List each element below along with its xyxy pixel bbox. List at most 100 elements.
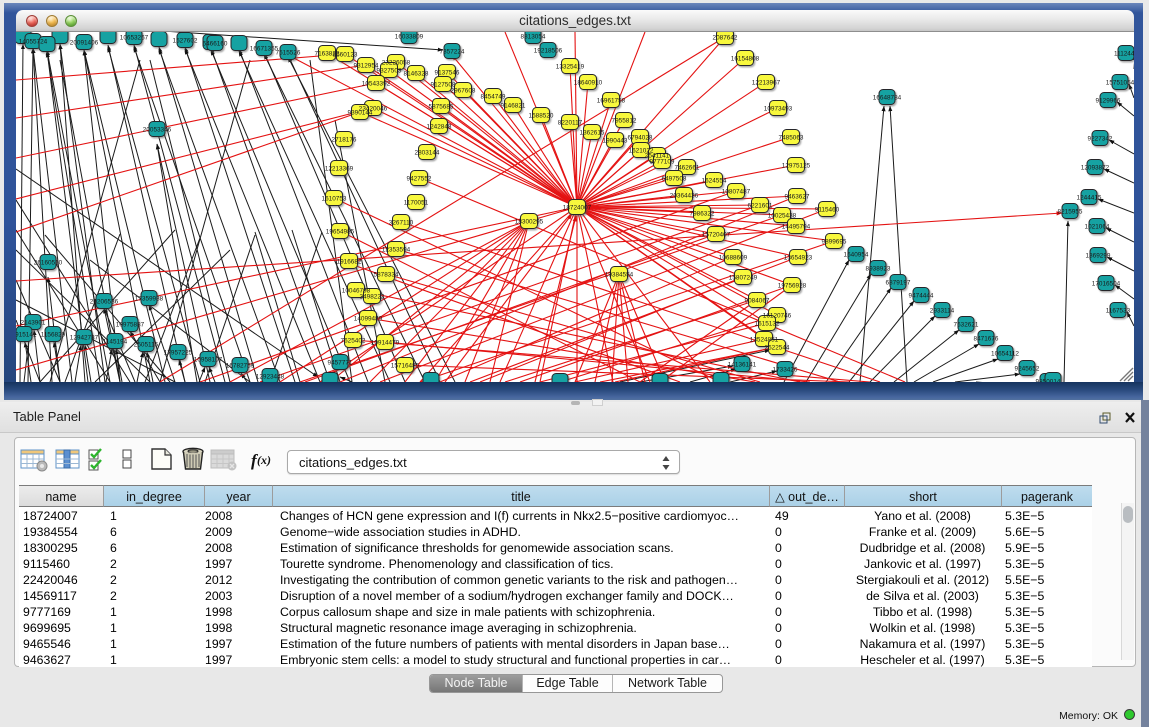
svg-text:8660123: 8660123 [333,52,358,59]
svg-text:16120746: 16120746 [763,313,792,320]
svg-text:2933114: 2933114 [930,308,955,315]
svg-text:1021064: 1021064 [1085,224,1110,231]
svg-text:1624554: 1624554 [702,178,727,185]
svg-text:3915141: 3915141 [12,332,37,339]
svg-text:1362615: 1362615 [580,130,605,137]
svg-text:1610753: 1610753 [322,196,347,203]
svg-text:6466160: 6466160 [203,41,228,48]
svg-text:1640954: 1640954 [844,252,869,259]
svg-text:9390144: 9390144 [348,110,373,117]
svg-text:16671355: 16671355 [250,46,279,53]
svg-text:16154808: 16154808 [731,56,760,63]
svg-text:8454749: 8454749 [481,94,506,101]
svg-text:2803144: 2803144 [415,150,440,157]
svg-text:13524851: 13524851 [750,337,779,344]
svg-text:1145194: 1145194 [103,339,128,346]
svg-text:9245652: 9245652 [1015,366,1040,373]
svg-text:14136141: 14136141 [728,362,757,369]
svg-text:5878334: 5878334 [374,272,399,279]
svg-text:2505115: 2505115 [134,342,159,349]
svg-text:18300295: 18300295 [515,219,544,226]
svg-text:19218506: 19218506 [534,48,563,55]
svg-text:8813054: 8813054 [521,34,546,41]
svg-text:12353594: 12353594 [382,247,411,254]
svg-text:9084067: 9084067 [745,298,770,305]
svg-text:23226058: 23226058 [382,60,411,67]
svg-text:9227342: 9227342 [1088,136,1113,143]
svg-text:19384554: 19384554 [605,272,634,279]
svg-text:16033809: 16033809 [395,34,424,41]
svg-text:10914479: 10914479 [371,340,400,347]
svg-text:15751054: 15751054 [1106,80,1135,87]
svg-text:10688609: 10688609 [719,255,748,262]
svg-text:12093872: 12093872 [1081,165,1110,172]
svg-text:1369299: 1369299 [1086,253,1111,260]
svg-text:19756928: 19756928 [778,283,807,290]
svg-text:18724007: 18724007 [563,205,592,212]
svg-text:2718176: 2718176 [332,137,357,144]
svg-text:19654985: 19654985 [326,229,355,236]
svg-text:1615132: 1615132 [755,321,780,328]
svg-text:10958107: 10958107 [194,357,223,364]
svg-text:1170051: 1170051 [404,200,429,207]
svg-text:14055724: 14055724 [19,39,48,46]
svg-text:9327503: 9327503 [377,68,402,75]
svg-text:7955812: 7955812 [612,118,637,125]
svg-text:13654923: 13654923 [784,255,813,262]
svg-text:20206536: 20206536 [90,299,119,306]
svg-text:6879197: 6879197 [886,280,911,287]
svg-text:14495794: 14495794 [782,224,811,231]
svg-text:3498222: 3498222 [360,294,385,301]
svg-text:7515526: 7515526 [276,50,301,57]
svg-text:8215955: 8215955 [1058,209,1083,216]
svg-text:2967608: 2967608 [451,88,476,95]
svg-text:8471676: 8471676 [974,336,999,343]
svg-text:9129966: 9129966 [1096,98,1121,105]
svg-text:10807487: 10807487 [722,189,751,196]
svg-text:10025438: 10025438 [768,213,797,220]
svg-text:5875685: 5875685 [429,104,454,111]
svg-text:7357224: 7357224 [440,49,465,56]
svg-text:6794028: 6794028 [628,135,653,142]
svg-text:12942737: 12942737 [70,335,99,342]
svg-text:17957225: 17957225 [164,350,193,357]
svg-text:8220117: 8220117 [558,120,583,127]
svg-text:16782759: 16782759 [226,363,255,370]
svg-text:2087642: 2087642 [713,35,738,42]
svg-text:9474444: 9474444 [909,293,934,300]
svg-text:13325419: 13325419 [556,64,585,71]
svg-text:7986322: 7986322 [690,211,715,218]
svg-text:1242848: 1242848 [427,124,452,131]
svg-text:9312954: 9312954 [354,63,379,70]
svg-text:1167533: 1167533 [1106,308,1131,315]
svg-text:16961758: 16961758 [597,98,626,105]
svg-text:2522544: 2522544 [765,345,790,352]
svg-text:2143901: 2143901 [21,320,46,327]
svg-text:12213967: 12213967 [752,80,781,87]
svg-text:1990443: 1990443 [603,138,628,145]
svg-text:17359938: 17359938 [135,296,164,303]
svg-text:9457771: 9457771 [328,360,353,367]
svg-text:12213369: 12213369 [325,166,354,173]
svg-text:9146821: 9146821 [501,103,526,110]
svg-text:1156829: 1156829 [41,332,66,339]
svg-text:26160510: 26160510 [34,260,63,267]
svg-text:10654112: 10654112 [991,351,1019,358]
svg-text:14099489: 14099489 [354,316,383,323]
svg-text:7625402: 7625402 [341,338,366,345]
svg-text:3267110: 3267110 [389,220,414,227]
svg-text:10975887: 10975887 [116,322,145,329]
svg-text:18640910: 18640910 [574,80,603,87]
svg-text:7485063: 7485063 [779,135,804,142]
svg-text:6497508: 6497508 [662,176,687,183]
svg-text:15807249: 15807249 [729,275,758,282]
svg-text:12975125: 12975125 [782,163,811,170]
svg-text:7462661: 7462661 [675,165,700,172]
svg-text:9463627: 9463627 [785,194,810,201]
svg-text:15716485: 15716485 [391,363,420,370]
svg-text:9115460: 9115460 [815,207,840,214]
svg-text:12923448: 12923448 [256,374,285,381]
svg-text:(x): (x) [257,453,271,467]
svg-text:9777109: 9777109 [650,159,675,166]
svg-text:16648784: 16648784 [873,95,902,102]
